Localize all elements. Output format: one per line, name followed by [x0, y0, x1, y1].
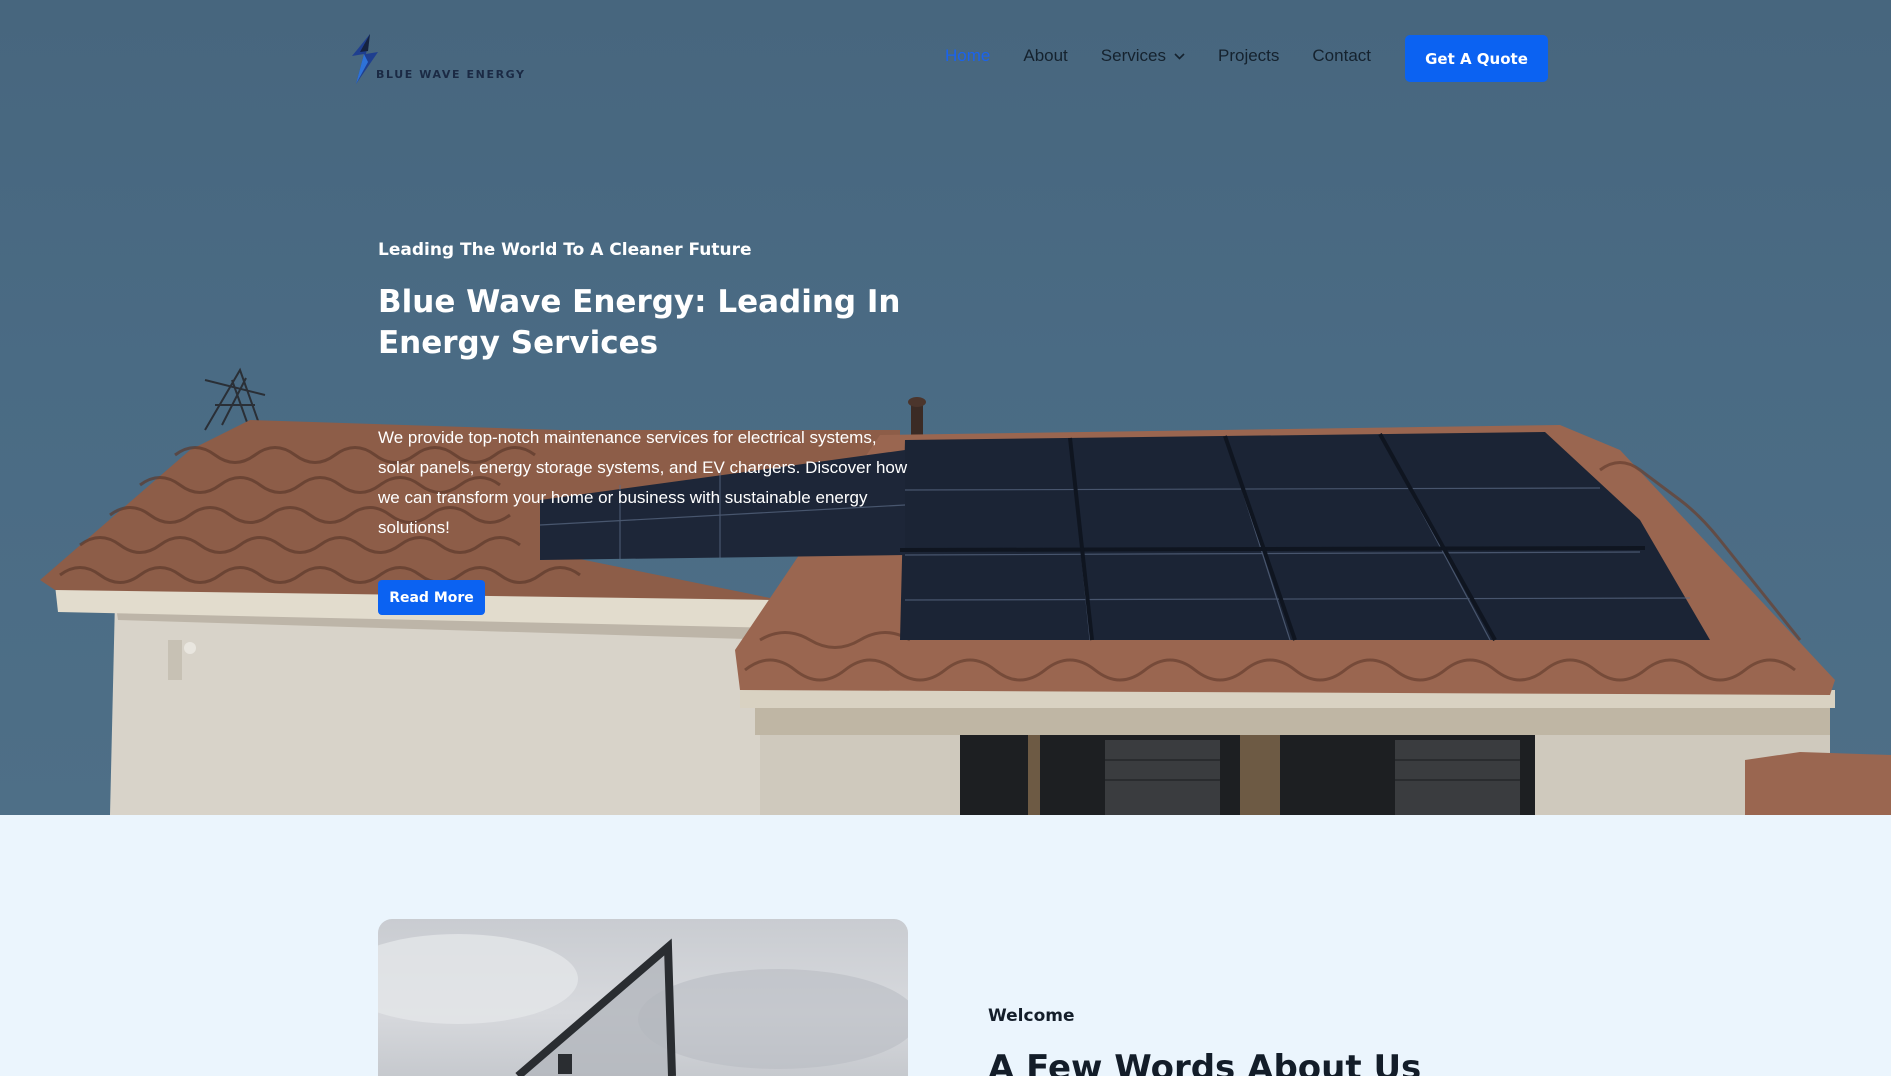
nav-item-contact[interactable]: Contact	[1312, 46, 1371, 66]
brand-logo[interactable]: BLUE WAVE ENERGY	[350, 32, 524, 88]
chevron-down-icon	[1174, 52, 1185, 60]
hero-eyebrow: Leading The World To A Cleaner Future	[378, 240, 752, 260]
about-title: A Few Words About Us	[988, 1048, 1422, 1076]
hero-title: Blue Wave Energy: Leading In Energy Serv…	[378, 284, 901, 361]
get-a-quote-button[interactable]: Get A Quote	[1405, 35, 1548, 82]
main-menu: Home About Services Projects Contact	[945, 46, 1404, 66]
brand-name: BLUE WAVE ENERGY	[376, 68, 526, 81]
about-image	[378, 919, 908, 1076]
nav-item-home[interactable]: Home	[945, 46, 990, 66]
nav-item-services-label: Services	[1100, 46, 1166, 65]
nav-item-projects[interactable]: Projects	[1218, 46, 1279, 66]
hero-description: We provide top-notch maintenance service…	[378, 428, 908, 537]
top-navigation: BLUE WAVE ENERGY Home About Services Pro…	[0, 0, 1891, 118]
hero-section: BLUE WAVE ENERGY Home About Services Pro…	[0, 0, 1891, 815]
read-more-button[interactable]: Read More	[378, 580, 485, 615]
nav-item-about[interactable]: About	[1023, 46, 1067, 66]
hero-background-image	[40, 367, 1891, 815]
nav-item-services[interactable]: Services	[1101, 46, 1185, 66]
about-eyebrow: Welcome	[988, 1006, 1075, 1026]
solar-panel-photo	[378, 934, 908, 1076]
